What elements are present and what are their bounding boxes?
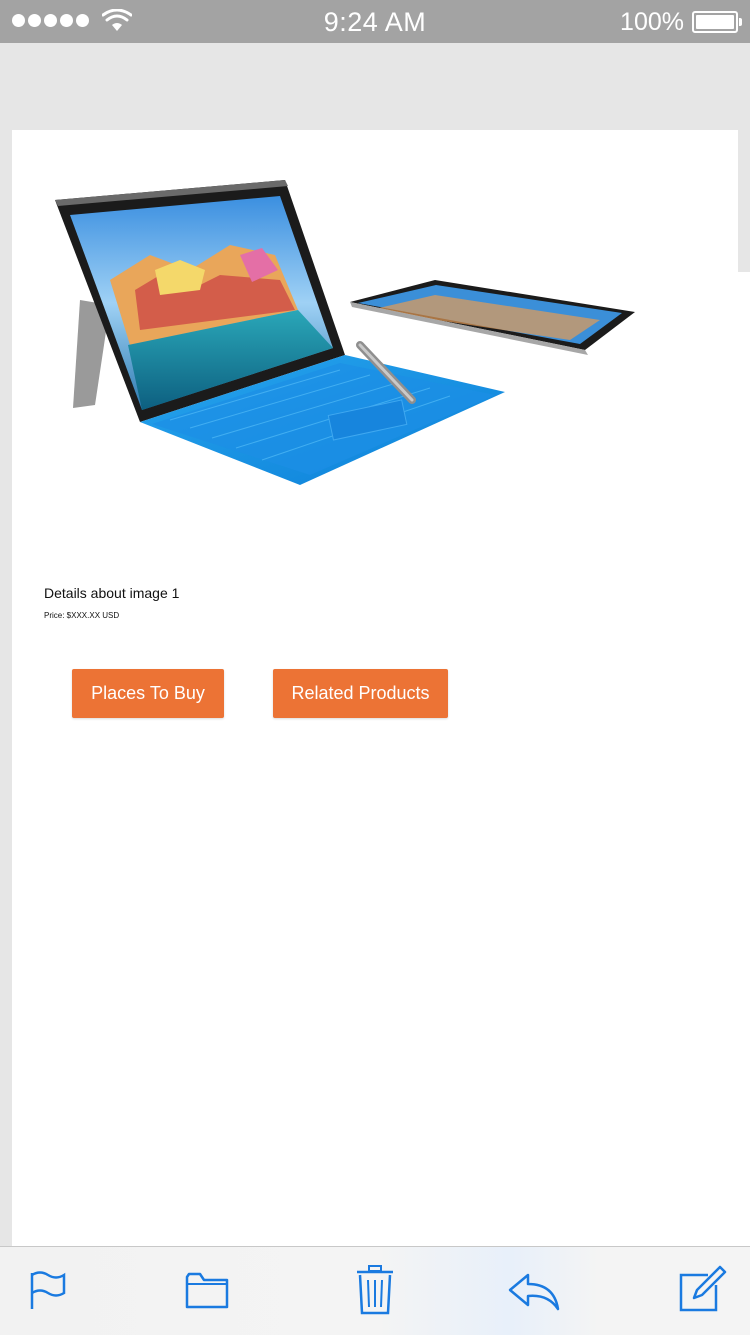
flag-icon[interactable] <box>30 1271 66 1311</box>
battery-percent: 100% <box>620 8 684 36</box>
price-label: Price: $XXX.XX USD <box>44 611 120 620</box>
card-edge <box>738 272 750 1246</box>
trash-icon[interactable] <box>356 1265 394 1315</box>
compose-icon[interactable] <box>678 1265 728 1313</box>
folder-icon[interactable] <box>185 1271 229 1309</box>
reply-icon[interactable] <box>508 1273 560 1311</box>
places-to-buy-button[interactable]: Places To Buy <box>72 669 224 718</box>
product-image <box>55 180 635 485</box>
bottom-toolbar <box>0 1246 750 1335</box>
details-title: Details about image 1 <box>44 585 180 601</box>
status-bar: 9:24 AM 100% <box>0 0 750 43</box>
related-products-button[interactable]: Related Products <box>273 669 448 718</box>
battery-full-icon <box>692 11 742 33</box>
